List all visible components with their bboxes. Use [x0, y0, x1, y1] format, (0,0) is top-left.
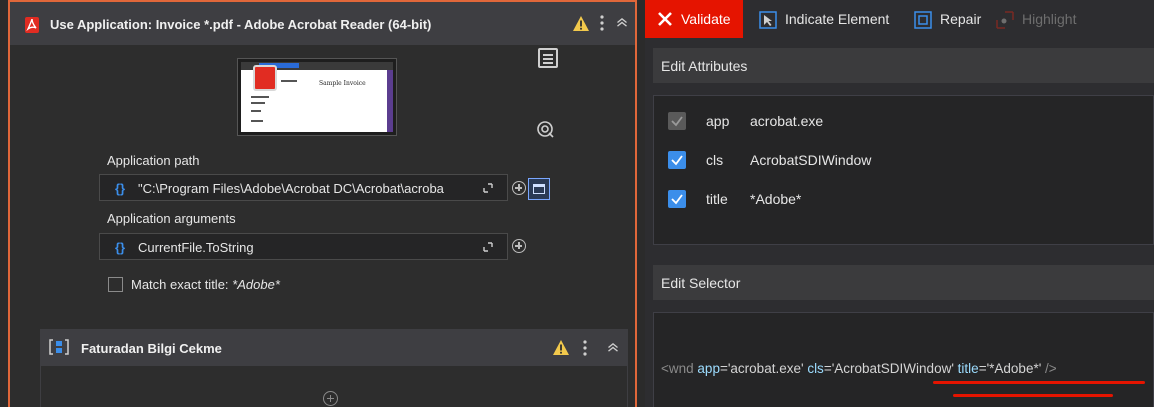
expression-icon: {} [115, 181, 126, 196]
highlight-icon [996, 11, 1014, 29]
match-title-text: Match exact title: [131, 277, 229, 292]
selector-xml[interactable]: <wnd app='acrobat.exe' cls='AcrobatSDIWi… [661, 361, 1057, 376]
repair-label: Repair [940, 11, 982, 27]
attribute-checkbox-title[interactable] [668, 190, 686, 208]
collapse-icon[interactable] [616, 18, 628, 27]
application-arguments-field[interactable]: {} CurrentFile.ToString [99, 233, 508, 260]
annotation-underline [953, 394, 1113, 397]
annotation-underline [933, 381, 1145, 384]
use-application-activity[interactable]: Use Application: Invoice *.pdf - Adobe A… [8, 0, 637, 407]
warning-icon[interactable] [573, 16, 589, 31]
properties-menu-button[interactable] [538, 48, 558, 68]
application-path-field[interactable]: {} "C:\Program Files\Adobe\Acrobat DC\Ac… [99, 174, 508, 201]
selector-tag-close: /> [1045, 361, 1057, 376]
sequence-icon [49, 339, 69, 355]
attribute-name: cls [706, 152, 724, 168]
selector-toolbar: Validate Indicate Element Repair Highlig… [645, 0, 1154, 40]
attribute-name: app [706, 113, 730, 129]
attribute-checkbox-cls[interactable] [668, 151, 686, 169]
selector-val-title: '*Adobe*' [986, 361, 1042, 376]
attribute-name: title [706, 191, 728, 207]
collapse-icon[interactable] [607, 343, 619, 352]
application-path-label: Application path [107, 153, 200, 168]
application-screenshot-thumbnail[interactable]: Sample Invoice [237, 58, 397, 136]
warning-icon[interactable] [553, 340, 569, 355]
edit-attributes-list: app acrobat.exe cls AcrobatSDIWindow tit… [653, 95, 1154, 245]
indicate-element-label: Indicate Element [785, 11, 890, 27]
attribute-value: acrobat.exe [750, 113, 824, 129]
edit-selector-title: Edit Selector [661, 275, 741, 291]
match-title-value: *Adobe* [232, 277, 280, 292]
application-arguments-value[interactable]: CurrentFile.ToString [138, 240, 478, 255]
add-variable-icon[interactable] [512, 239, 526, 253]
sequence-header[interactable]: Faturadan Bilgi Cekme [41, 330, 627, 366]
selector-val-app: 'acrobat.exe' [727, 361, 804, 376]
thumbnail-sample-text: Sample Invoice [319, 80, 366, 87]
selector-val-cls: 'AcrobatSDIWindow' [831, 361, 954, 376]
validate-button[interactable]: Validate [645, 0, 743, 38]
repair-icon [914, 11, 932, 29]
more-options-icon[interactable] [583, 340, 587, 356]
application-arguments-label: Application arguments [107, 211, 236, 226]
activity-title: Use Application: Invoice *.pdf - Adobe A… [50, 17, 432, 32]
expand-editor-icon[interactable] [483, 242, 493, 252]
match-exact-title-checkbox[interactable] [108, 277, 123, 292]
validate-label: Validate [681, 11, 731, 27]
acrobat-logo [253, 65, 277, 91]
expression-icon: {} [115, 240, 126, 255]
selector-attr-app: app [697, 361, 720, 376]
selector-attr-cls: cls [807, 361, 824, 376]
attribute-value: *Adobe* [750, 191, 802, 207]
more-options-icon[interactable] [600, 15, 604, 31]
application-path-value[interactable]: "C:\Program Files\Adobe\Acrobat DC\Acrob… [138, 181, 478, 196]
selection-options-panel: Validate Indicate Element Repair Highlig… [645, 0, 1154, 407]
sequence-title: Faturadan Bilgi Cekme [81, 341, 222, 356]
target-icon[interactable] [536, 120, 556, 140]
edit-attributes-title: Edit Attributes [661, 58, 748, 74]
browse-application-button[interactable] [528, 178, 550, 200]
selector-attr-title: title [957, 361, 979, 376]
activity-header[interactable]: Use Application: Invoice *.pdf - Adobe A… [10, 2, 635, 45]
edit-selector-header: Edit Selector [653, 265, 1154, 301]
add-variable-icon[interactable] [512, 181, 526, 195]
check-icon [671, 194, 683, 205]
attribute-checkbox-app[interactable] [668, 112, 686, 130]
sequence-activity[interactable]: Faturadan Bilgi Cekme [40, 329, 628, 407]
expand-editor-icon[interactable] [483, 183, 493, 193]
highlight-label: Highlight [1022, 11, 1077, 27]
check-icon [671, 116, 683, 127]
edit-selector-editor[interactable]: <wnd app='acrobat.exe' cls='AcrobatSDIWi… [653, 312, 1154, 407]
indicate-element-icon [759, 11, 777, 29]
match-exact-title-label[interactable]: Match exact title: *Adobe* [131, 277, 280, 292]
selector-tag-open: <wnd [661, 361, 694, 376]
pdf-icon [25, 17, 39, 33]
add-activity-icon[interactable] [323, 391, 338, 406]
close-x-icon [658, 12, 672, 26]
attribute-value: AcrobatSDIWindow [750, 152, 872, 168]
check-icon [671, 155, 683, 166]
edit-attributes-header: Edit Attributes [653, 48, 1154, 84]
